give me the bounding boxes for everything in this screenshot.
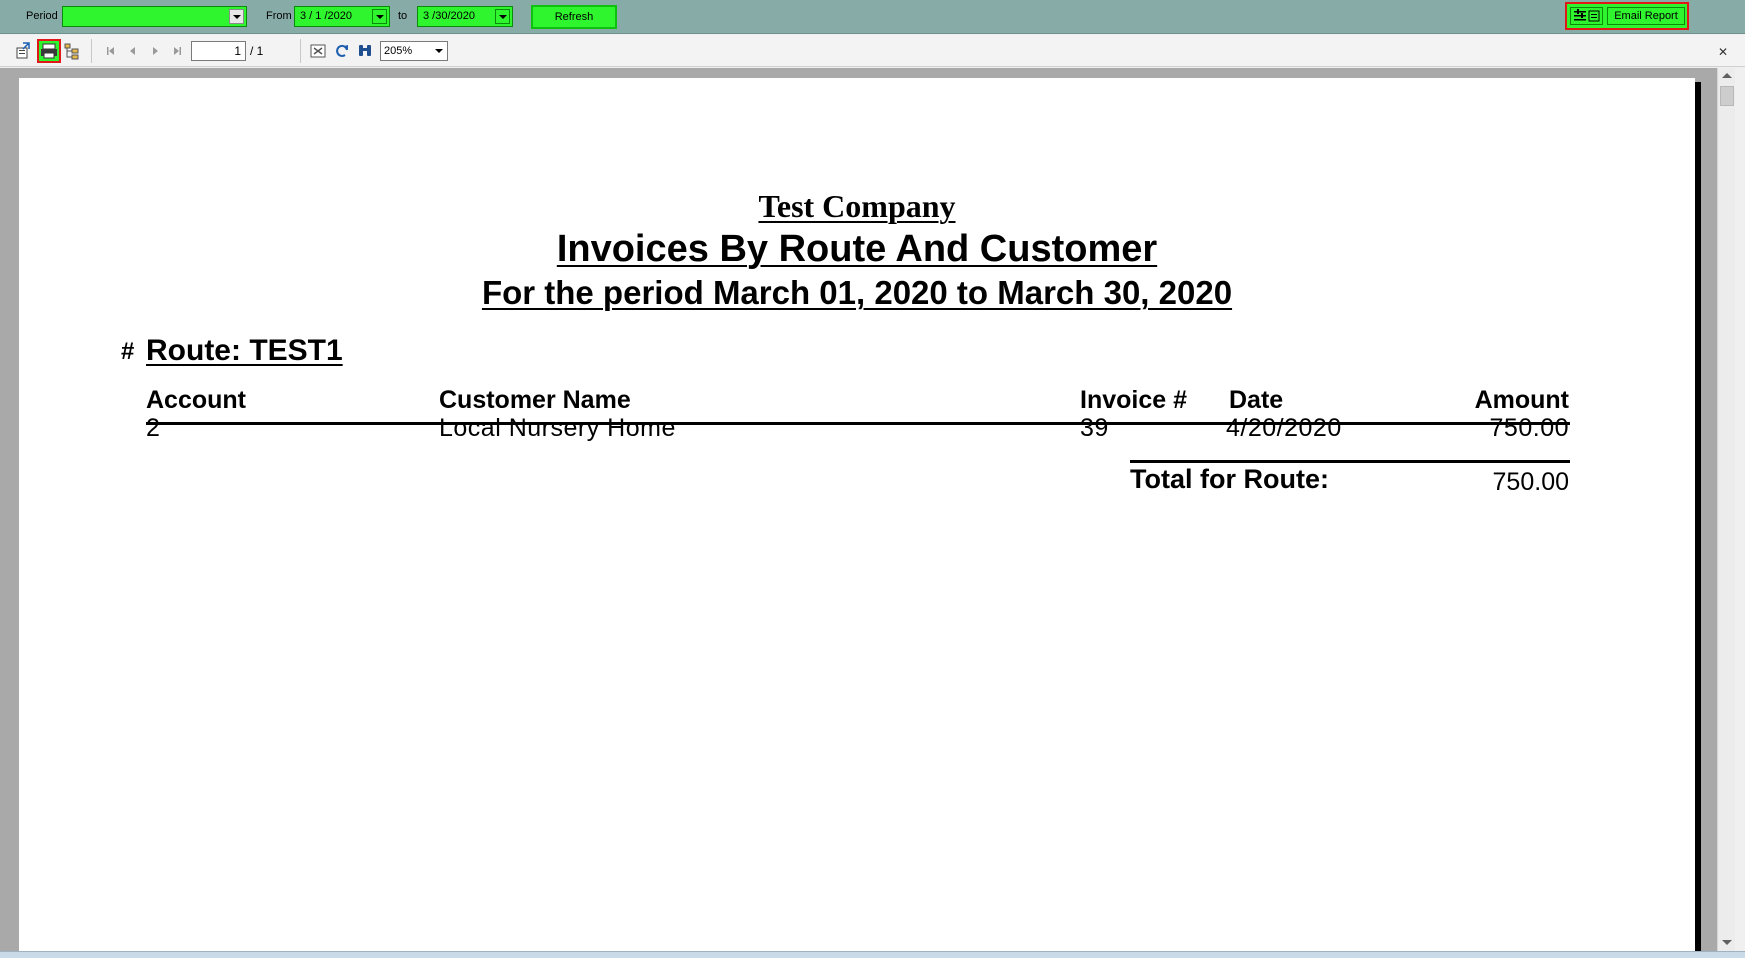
stop-icon[interactable] <box>309 42 327 60</box>
close-icon[interactable]: ✕ <box>1717 46 1729 58</box>
page-total: / 1 <box>250 44 264 58</box>
page-number-input[interactable] <box>191 41 246 61</box>
chevron-down-icon[interactable] <box>229 9 244 24</box>
period-select[interactable] <box>62 6 247 27</box>
column-header-amount: Amount <box>1474 386 1569 414</box>
next-page-icon[interactable] <box>146 42 164 60</box>
report-page: Test Company Invoices By Route And Custo… <box>19 78 1695 951</box>
column-header-date: Date <box>1229 386 1284 414</box>
column-header-customer-name: Customer Name <box>439 386 631 414</box>
from-label: From <box>266 10 292 22</box>
email-options-icon[interactable] <box>1570 7 1603 25</box>
viewer-toolbar: / 1 205% ✕ <box>0 35 1745 67</box>
total-value: 750.00 <box>1492 468 1569 496</box>
first-page-icon[interactable] <box>102 42 120 60</box>
refresh-button[interactable]: Refresh <box>531 5 617 29</box>
scroll-thumb[interactable] <box>1720 86 1734 106</box>
vertical-scrollbar[interactable] <box>1717 68 1735 951</box>
report-period: For the period March 01, 2020 to March 3… <box>481 274 1233 311</box>
zoom-select[interactable]: 205% <box>380 41 448 61</box>
export-icon[interactable] <box>14 42 32 60</box>
company-name: Test Company <box>758 188 956 224</box>
scroll-down-icon[interactable] <box>1722 940 1732 945</box>
chevron-down-icon[interactable] <box>372 9 387 24</box>
report-viewport[interactable]: Test Company Invoices By Route And Custo… <box>0 68 1717 951</box>
column-header-invoice: Invoice # <box>1080 386 1187 414</box>
column-header-account: Account <box>146 386 246 414</box>
route-hash: # <box>121 338 135 365</box>
cell-account: 2 <box>146 414 161 442</box>
to-date-picker[interactable]: 3 /30/2020 <box>417 6 513 27</box>
print-icon[interactable] <box>37 39 61 63</box>
report-title: Invoices By Route And Customer <box>556 228 1158 270</box>
cell-date: 4/20/2020 <box>1226 414 1342 442</box>
route-heading: Route: TEST1 <box>146 334 343 367</box>
refresh-icon[interactable] <box>333 42 351 60</box>
toolbar-divider <box>300 39 301 63</box>
last-page-icon[interactable] <box>168 42 186 60</box>
group-tree-icon[interactable] <box>63 42 81 60</box>
cell-invoice: 39 <box>1080 414 1109 442</box>
prev-page-icon[interactable] <box>124 42 142 60</box>
header-underline <box>146 422 1570 425</box>
email-report-group: Email Report <box>1565 2 1689 30</box>
chevron-down-icon[interactable] <box>495 9 510 24</box>
status-strip <box>0 951 1745 958</box>
period-label: Period <box>26 10 58 22</box>
filter-bar: Period From 3 / 1 /2020 to 3 /30/2020 Re… <box>0 0 1745 34</box>
toolbar-divider <box>91 39 92 63</box>
cell-amount: 750.00 <box>1489 414 1569 442</box>
from-date-value: 3 / 1 /2020 <box>300 10 352 22</box>
total-label: Total for Route: <box>1130 464 1329 494</box>
cell-customer-name: Local Nursery Home <box>439 414 676 442</box>
email-report-button[interactable]: Email Report <box>1607 7 1685 25</box>
search-icon[interactable] <box>356 42 374 60</box>
total-underline <box>1130 460 1570 463</box>
scroll-up-icon[interactable] <box>1722 73 1732 78</box>
to-label: to <box>398 10 408 22</box>
from-date-picker[interactable]: 3 / 1 /2020 <box>294 6 390 27</box>
to-date-value: 3 /30/2020 <box>423 10 475 22</box>
